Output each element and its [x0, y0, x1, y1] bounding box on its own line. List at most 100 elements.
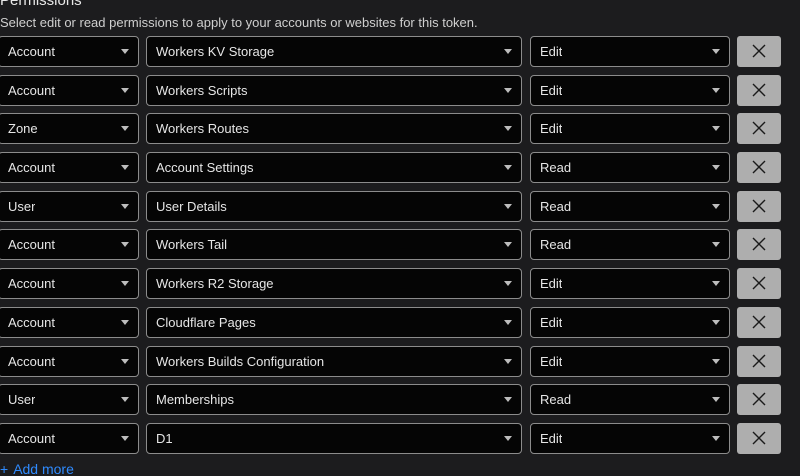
scope-select-value: Account	[8, 237, 55, 253]
scope-select[interactable]: Account	[0, 36, 139, 67]
scope-select[interactable]: User	[0, 384, 139, 416]
remove-row-button[interactable]	[737, 113, 781, 145]
permission-row: Account Workers Builds Configuration Edit	[0, 345, 800, 379]
permission-select[interactable]: Edit	[530, 113, 730, 145]
permission-select-value: Edit	[540, 276, 563, 292]
resource-select-value: User Details	[156, 198, 227, 214]
resource-select[interactable]: User Details	[146, 190, 522, 222]
scope-select[interactable]: Account	[0, 229, 139, 261]
chevron-down-icon	[504, 281, 512, 287]
scope-select[interactable]: Account	[0, 268, 139, 300]
permission-row: Account Workers Scripts Edit	[0, 74, 800, 108]
remove-row-button[interactable]	[737, 422, 781, 454]
permission-select[interactable]: Read	[530, 190, 730, 222]
permission-select-value: Read	[540, 237, 572, 253]
chevron-down-icon	[121, 87, 129, 93]
resource-select[interactable]: Memberships	[146, 384, 522, 416]
section-subtitle: Select edit or read permissions to apply…	[0, 15, 478, 30]
chevron-down-icon	[712, 281, 720, 287]
scope-select[interactable]: Account	[0, 74, 139, 106]
permission-select[interactable]: Edit	[530, 345, 730, 377]
chevron-down-icon	[712, 319, 720, 325]
chevron-down-icon	[504, 319, 512, 325]
chevron-down-icon	[712, 435, 720, 441]
close-icon	[752, 199, 766, 213]
add-more-link[interactable]: + Add more	[0, 461, 74, 476]
close-icon	[752, 392, 766, 406]
resource-select[interactable]: Account Settings	[146, 152, 522, 184]
chevron-down-icon	[712, 203, 720, 209]
remove-row-button[interactable]	[737, 74, 781, 106]
permission-select[interactable]: Read	[530, 229, 730, 261]
resource-select[interactable]: Workers Tail	[146, 229, 522, 261]
remove-row-button[interactable]	[737, 229, 781, 261]
section-title: Permissions	[0, 0, 82, 9]
resource-select[interactable]: Workers Routes	[146, 113, 522, 145]
permissions-panel: Permissions Select edit or read permissi…	[0, 0, 800, 476]
permission-select[interactable]: Edit	[530, 306, 730, 338]
permission-select-value: Edit	[540, 121, 563, 137]
remove-row-button[interactable]	[737, 306, 781, 338]
chevron-down-icon	[712, 242, 720, 248]
resource-select-value: Workers Tail	[156, 237, 228, 253]
scope-select-value: Account	[8, 430, 55, 446]
chevron-down-icon	[712, 49, 720, 54]
scope-select[interactable]: Account	[0, 152, 139, 184]
resource-select[interactable]: Cloudflare Pages	[146, 306, 522, 338]
chevron-down-icon	[504, 87, 512, 93]
permission-select[interactable]: Edit	[530, 36, 730, 67]
remove-row-button[interactable]	[737, 384, 781, 416]
close-icon	[752, 354, 766, 367]
resource-select[interactable]: D1	[146, 422, 522, 454]
remove-row-button[interactable]	[737, 190, 781, 222]
resource-select-value: Workers Builds Configuration	[156, 353, 325, 369]
remove-row-button[interactable]	[737, 152, 781, 184]
close-icon	[752, 44, 766, 58]
scope-select-value: User	[8, 392, 36, 408]
resource-select[interactable]: Workers Builds Configuration	[146, 345, 522, 377]
chevron-down-icon	[504, 397, 512, 403]
scope-select-value: Account	[8, 82, 55, 98]
close-icon	[752, 237, 766, 251]
permission-select[interactable]: Edit	[530, 422, 730, 454]
scope-select[interactable]: Zone	[0, 113, 139, 145]
resource-select-value: Cloudflare Pages	[156, 314, 256, 330]
scope-select[interactable]: Account	[0, 422, 139, 454]
chevron-down-icon	[504, 49, 512, 54]
permission-row: User Memberships Read	[0, 384, 800, 417]
scope-select[interactable]: Account	[0, 306, 139, 338]
permission-select-value: Edit	[540, 430, 563, 446]
resource-select[interactable]: Workers R2 Storage	[146, 268, 522, 300]
permission-select[interactable]: Read	[530, 152, 730, 184]
chevron-down-icon	[121, 397, 129, 403]
permission-row: Account D1 Edit	[0, 422, 800, 456]
resource-select-value: Workers KV Storage	[156, 44, 275, 59]
permission-select[interactable]: Read	[530, 384, 730, 416]
close-icon	[752, 121, 766, 135]
remove-row-button[interactable]	[737, 268, 781, 300]
resource-select[interactable]: Workers Scripts	[146, 74, 522, 106]
permission-select-value: Edit	[540, 44, 563, 59]
permission-select[interactable]: Edit	[530, 74, 730, 106]
scope-select[interactable]: Account	[0, 345, 139, 377]
scope-select-value: Account	[8, 314, 55, 330]
chevron-down-icon	[121, 203, 129, 209]
chevron-down-icon	[712, 397, 720, 403]
close-icon	[752, 160, 766, 174]
add-more-label: Add more	[13, 461, 74, 476]
permission-select-value: Read	[540, 160, 572, 176]
chevron-down-icon	[712, 87, 720, 93]
chevron-down-icon	[504, 203, 512, 209]
scope-select-value: Account	[8, 160, 55, 176]
remove-row-button[interactable]	[737, 345, 781, 377]
permission-select-value: Edit	[540, 314, 563, 330]
resource-select-value: Memberships	[156, 392, 235, 408]
permission-row: Account Account Settings Read	[0, 152, 800, 185]
remove-row-button[interactable]	[737, 36, 781, 67]
permission-select[interactable]: Edit	[530, 268, 730, 300]
chevron-down-icon	[121, 319, 129, 325]
close-icon	[752, 315, 766, 329]
scope-select[interactable]: User	[0, 190, 139, 222]
resource-select-value: Workers Routes	[156, 121, 249, 137]
resource-select[interactable]: Workers KV Storage	[146, 36, 522, 67]
